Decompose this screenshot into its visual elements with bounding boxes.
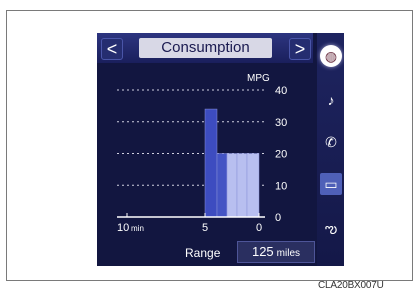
x-tick-label: 10	[117, 222, 129, 234]
x-tick-label: 5	[202, 222, 208, 234]
y-tick-label: 0	[275, 212, 281, 224]
range-unit: miles	[276, 248, 301, 259]
header-bar: < Consumption >	[97, 33, 313, 63]
bar	[246, 153, 260, 218]
climate-fan-icon[interactable]: ఌ	[320, 217, 342, 239]
bar	[226, 153, 238, 218]
music-note-icon[interactable]: ♪	[320, 89, 342, 111]
screen-title: Consumption	[139, 38, 272, 58]
consumption-chart: 40 30 20 10 0 MPG 10 5 0 min	[117, 73, 287, 234]
fuel-gauge-icon[interactable]: ◍	[320, 45, 342, 67]
range-display: 125 miles	[237, 241, 315, 263]
bar	[236, 153, 248, 218]
app-sidebar: ◍ ♪ ✆ ▭ ఌ	[317, 33, 344, 266]
phone-icon[interactable]: ✆	[320, 131, 342, 153]
x-tick-label: 0	[256, 222, 262, 234]
y-tick-label: 40	[275, 85, 287, 97]
figure-code: CLA20BX007U	[318, 280, 384, 291]
range-label: Range	[185, 246, 221, 260]
range-value: 125	[251, 244, 274, 259]
display-screen: < Consumption > 40 30 20 10 0 MPG 10 5 0 min Rang…	[97, 33, 344, 266]
bar	[216, 153, 228, 218]
y-tick-label: 10	[275, 180, 287, 192]
next-screen-button[interactable]: >	[289, 38, 311, 60]
y-axis-label: MPG	[247, 73, 270, 84]
car-info-icon[interactable]: ▭	[320, 173, 342, 195]
y-tick-label: 30	[275, 117, 287, 129]
prev-screen-button[interactable]: <	[101, 38, 123, 60]
y-tick-label: 20	[275, 149, 287, 161]
bar	[204, 108, 218, 218]
x-axis-unit: min	[131, 224, 144, 233]
figure-frame: < Consumption > 40 30 20 10 0 MPG 10 5 0 min Rang…	[6, 10, 413, 281]
